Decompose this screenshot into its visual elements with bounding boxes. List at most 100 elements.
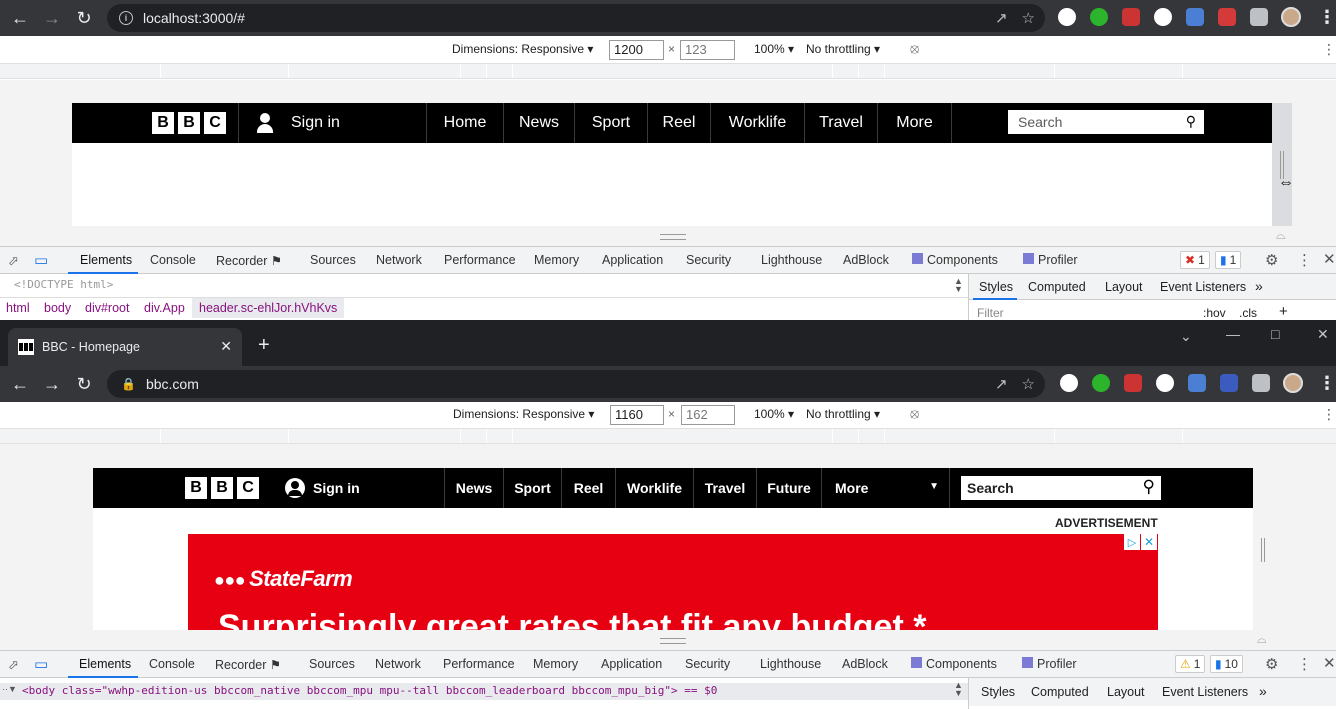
device-toggle-icon[interactable]: ▭	[34, 655, 48, 673]
share-icon[interactable]: ↗	[995, 375, 1008, 393]
react-devtools-icon[interactable]	[1220, 374, 1238, 392]
tab-layout[interactable]: Layout	[1107, 685, 1145, 699]
error-count-badge[interactable]: ✖ 1	[1180, 251, 1210, 269]
extension-icon-5[interactable]	[1186, 8, 1204, 26]
crumb-app[interactable]: div.App	[144, 301, 185, 315]
tab-console[interactable]: Console	[149, 657, 195, 671]
search-icon[interactable]: ⚲	[1143, 477, 1155, 497]
nav-future[interactable]: Future	[756, 468, 821, 508]
tab-security[interactable]: Security	[686, 253, 731, 267]
nav-travel[interactable]: Travel	[804, 103, 877, 143]
statefarm-ad[interactable]: ●●● StateFarm Surprisingly great rates th…	[188, 534, 1158, 630]
tab-memory[interactable]: Memory	[533, 657, 578, 671]
nav-more[interactable]: More	[877, 103, 951, 143]
bookmark-star-icon[interactable]: ☆	[1022, 9, 1035, 27]
scroll-arrows-icon[interactable]: ▲ ▼	[954, 681, 963, 698]
tab-application[interactable]: Application	[601, 657, 662, 671]
more-tabs-icon[interactable]: »	[1259, 683, 1267, 699]
profile-avatar[interactable]	[1281, 7, 1301, 27]
width-input[interactable]: 1160	[610, 405, 664, 425]
search-icon[interactable]: ⚲	[1186, 113, 1196, 130]
tab-sources[interactable]: Sources	[310, 253, 356, 267]
device-menu-icon[interactable]: ⋮	[1322, 406, 1336, 423]
nav-news[interactable]: News	[503, 103, 574, 143]
tab-event-listeners[interactable]: Event Listeners	[1160, 280, 1246, 294]
hov-toggle[interactable]: :hov	[1203, 306, 1226, 320]
nav-home[interactable]: Home	[426, 103, 503, 143]
extension-icon-3[interactable]	[1122, 8, 1140, 26]
extension-icon-1[interactable]	[1060, 374, 1078, 392]
body-tag-line[interactable]: <body class="wwhp-edition-us bbccom_nati…	[22, 684, 717, 697]
nav-reel[interactable]: Reel	[561, 468, 615, 508]
signin-link[interactable]: Sign in	[238, 103, 426, 143]
extensions-puzzle-icon[interactable]	[1252, 374, 1270, 392]
profile-avatar[interactable]	[1283, 373, 1303, 393]
tab-performance[interactable]: Performance	[444, 253, 516, 267]
height-input[interactable]: 123	[680, 40, 735, 60]
back-button[interactable]: ←	[4, 2, 36, 34]
browser-menu-icon[interactable]: ⋮	[1318, 7, 1336, 28]
zoom-dropdown[interactable]: 100% ▾	[754, 407, 794, 421]
tab-profiler[interactable]: Profiler	[1023, 253, 1078, 267]
nav-travel[interactable]: Travel	[693, 468, 756, 508]
throttling-dropdown[interactable]: No throttling ▾	[806, 407, 880, 421]
extension-icon-4[interactable]	[1154, 8, 1172, 26]
tab-memory[interactable]: Memory	[534, 253, 579, 267]
tab-event-listeners[interactable]: Event Listeners	[1162, 685, 1248, 699]
tab-styles[interactable]: Styles	[979, 280, 1013, 294]
resize-handle-bottom[interactable]	[660, 638, 686, 644]
tab-computed[interactable]: Computed	[1031, 685, 1089, 699]
tab-layout[interactable]: Layout	[1105, 280, 1143, 294]
tab-styles[interactable]: Styles	[981, 685, 1015, 699]
tab-adblock[interactable]: AdBlock	[843, 253, 889, 267]
tab-console[interactable]: Console	[150, 253, 196, 267]
device-toggle-icon[interactable]: ▭	[34, 251, 48, 269]
share-icon[interactable]: ↗	[995, 9, 1008, 27]
extension-icon-2[interactable]	[1092, 374, 1110, 392]
resize-handle-right[interactable]	[1272, 103, 1292, 226]
search-input[interactable]: Search ⚲	[1008, 110, 1204, 134]
close-tab-icon[interactable]: ✕	[220, 338, 232, 355]
nav-reel[interactable]: Reel	[647, 103, 710, 143]
bbc-logo[interactable]: B B C	[185, 468, 269, 508]
tab-performance[interactable]: Performance	[443, 657, 515, 671]
resize-corner-icon[interactable]: ⌓	[1257, 632, 1267, 647]
nav-sport[interactable]: Sport	[574, 103, 647, 143]
tab-lighthouse[interactable]: Lighthouse	[761, 253, 822, 267]
dimensions-dropdown[interactable]: Dimensions: Responsive ▾	[452, 42, 593, 56]
crumb-body[interactable]: body	[44, 301, 71, 315]
nav-more[interactable]: More ▼	[821, 468, 949, 508]
devtools-menu-icon[interactable]: ⋮	[1297, 251, 1312, 269]
tab-components[interactable]: Components	[911, 657, 997, 671]
tab-computed[interactable]: Computed	[1028, 280, 1086, 294]
tab-profiler[interactable]: Profiler	[1022, 657, 1077, 671]
crumb-header[interactable]: header.sc-ehlJor.hVhKvs	[192, 298, 345, 318]
devtools-menu-icon[interactable]: ⋮	[1297, 655, 1312, 673]
close-ad-icon[interactable]: ✕	[1141, 534, 1157, 550]
nav-worklife[interactable]: Worklife	[710, 103, 804, 143]
inspect-element-icon[interactable]: ⬀	[8, 253, 19, 269]
extension-icon-4[interactable]	[1156, 374, 1174, 392]
bbc-logo[interactable]: B B C	[152, 103, 236, 143]
tab-network[interactable]: Network	[375, 657, 421, 671]
inspect-element-icon[interactable]: ⬀	[8, 657, 19, 673]
tab-network[interactable]: Network	[376, 253, 422, 267]
tab-adblock[interactable]: AdBlock	[842, 657, 888, 671]
nav-worklife[interactable]: Worklife	[615, 468, 693, 508]
width-input[interactable]: 1200	[609, 40, 664, 60]
forward-button[interactable]: →	[36, 368, 68, 400]
maximize-icon[interactable]: □	[1271, 326, 1279, 342]
extension-icon-3[interactable]	[1124, 374, 1142, 392]
nav-sport[interactable]: Sport	[503, 468, 561, 508]
extension-icon-5[interactable]	[1188, 374, 1206, 392]
lock-icon[interactable]: 🔒	[121, 377, 136, 391]
bookmark-star-icon[interactable]: ☆	[1022, 375, 1035, 393]
back-button[interactable]: ←	[4, 368, 36, 400]
crumb-root[interactable]: div#root	[85, 301, 129, 315]
forward-button[interactable]: →	[36, 2, 68, 34]
throttling-dropdown[interactable]: No throttling ▾	[806, 42, 880, 56]
extensions-puzzle-icon[interactable]	[1250, 8, 1268, 26]
height-input[interactable]: 162	[681, 405, 735, 425]
tab-elements[interactable]: Elements	[79, 657, 131, 671]
tab-elements[interactable]: Elements	[80, 253, 132, 267]
